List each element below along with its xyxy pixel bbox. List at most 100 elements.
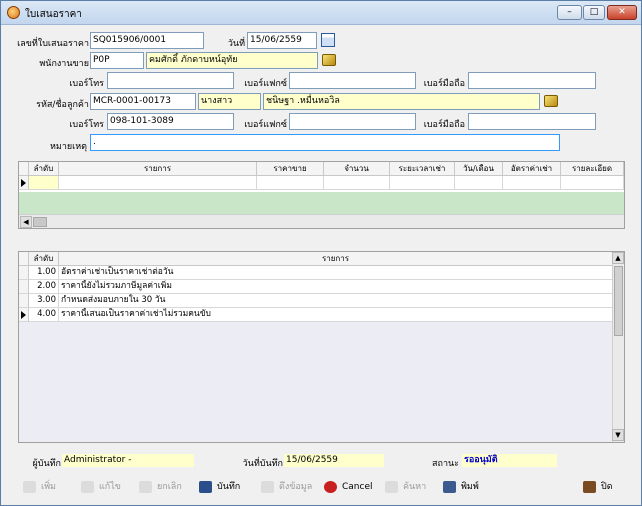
scroll-down-icon[interactable]: ▼: [612, 429, 624, 441]
phone-field[interactable]: [107, 72, 234, 89]
add-button-label: เพิ่ม: [41, 482, 56, 492]
quotation-window: ใบเสนอราคา – □ ✕ เลขที่ใบเสนอราคา SQ0159…: [0, 0, 642, 506]
fetch-button-label: ดึงข้อมูล: [279, 482, 313, 492]
items-cell-unit[interactable]: [455, 176, 503, 190]
items-header-unit[interactable]: วัน/เดือน: [455, 162, 503, 176]
items-header-corner: [19, 162, 29, 176]
items-header-qty[interactable]: จำนวน: [324, 162, 390, 176]
items-h-scrollbar[interactable]: ◀: [19, 214, 624, 228]
items-row-marker: [19, 176, 29, 190]
terms-cell-no[interactable]: 3.00: [29, 294, 59, 308]
scroll-left-icon[interactable]: ◀: [20, 216, 32, 228]
items-cell-price[interactable]: [257, 176, 324, 190]
items-header-detail[interactable]: รายละเอียด: [561, 162, 624, 176]
terms-row-marker: [19, 266, 29, 280]
date-field[interactable]: 15/06/2559: [247, 32, 317, 49]
items-cell-item[interactable]: [59, 176, 257, 190]
cancel-doc-icon: [139, 481, 152, 493]
note-label: หมายเหตุ: [49, 142, 87, 152]
terms-row-marker: [19, 280, 29, 294]
record-date-value: 15/06/2559: [284, 454, 384, 467]
close-button[interactable]: ปิด: [581, 476, 613, 498]
terms-grid: ลำดับ รายการ 1.00 อัตราค่าเช่าเป็นราคาเช…: [18, 251, 625, 443]
customer-label: รหัส/ชื่อลูกค้า: [36, 100, 89, 110]
add-icon: [23, 481, 36, 493]
state-value: รออนุมัติ: [462, 454, 557, 467]
print-button[interactable]: พิมพ์: [441, 476, 479, 498]
customer-phone-field[interactable]: 098-101-3089: [107, 113, 234, 130]
items-cell-rate[interactable]: [503, 176, 561, 190]
record-date-label: วันที่บันทึก: [242, 459, 283, 469]
state-label: สถานะ: [432, 459, 459, 469]
customer-mobile-field[interactable]: [468, 113, 596, 130]
app-icon: [7, 6, 20, 19]
terms-cell-text[interactable]: ราคานี้ยังไม่รวมภาษีมูลค่าเพิ่ม: [59, 280, 613, 294]
items-cell-no[interactable]: [29, 176, 59, 190]
add-button[interactable]: เพิ่ม: [21, 476, 56, 498]
binoculars-icon: [385, 481, 398, 493]
calendar-icon[interactable]: [321, 33, 335, 47]
save-icon: [199, 481, 212, 493]
fetch-button[interactable]: ดึงข้อมูล: [259, 476, 312, 498]
items-total-band: [19, 192, 624, 214]
printer-icon: [443, 481, 456, 493]
salesman-code-field[interactable]: P0P: [90, 52, 144, 69]
terms-v-scroll-thumb[interactable]: [614, 266, 623, 336]
items-grid: ลำดับ รายการ ราคาขาย จำนวน ระยะเวลาเช่า …: [18, 161, 625, 229]
terms-cell-no[interactable]: 2.00: [29, 280, 59, 294]
search-button[interactable]: ค้นหา: [383, 476, 426, 498]
quote-no-label: เลขที่ใบเสนอราคา: [17, 39, 89, 49]
terms-cell-text[interactable]: อัตราค่าเช่าเป็นราคาเช่าต่อวัน: [59, 266, 613, 280]
items-header-period[interactable]: ระยะเวลาเช่า: [390, 162, 455, 176]
salesman-lookup-icon[interactable]: [322, 54, 336, 66]
customer-name-field: ชนิษฐา .หมื่นหอวิล: [263, 93, 540, 110]
print-button-label: พิมพ์: [461, 482, 479, 492]
items-cell-period[interactable]: [390, 176, 455, 190]
terms-cell-no[interactable]: 1.00: [29, 266, 59, 280]
fax-field[interactable]: [289, 72, 416, 89]
cancel-icon: [324, 481, 337, 493]
fax-label: เบอร์แฟกซ์: [244, 79, 287, 89]
terms-cell-text[interactable]: ราคานี้เสนอเป็นราคาค่าเช่าไม่รวมคนขับ: [59, 308, 613, 322]
customer-lookup-icon[interactable]: [544, 95, 558, 107]
terms-header-item[interactable]: รายการ: [59, 252, 613, 266]
terms-v-scrollbar[interactable]: ▲ ▼: [612, 252, 624, 442]
save-button[interactable]: บันทึก: [197, 476, 240, 498]
recorder-label: ผู้บันทึก: [32, 459, 61, 469]
customer-title-field: นางสาว: [198, 93, 261, 110]
minimize-button[interactable]: –: [557, 5, 582, 20]
salesman-name-field: คมศักดิ์ ภักดาบหน์อุทัย: [146, 52, 318, 69]
close-window-button[interactable]: ✕: [607, 5, 637, 20]
terms-cell-no[interactable]: 4.00: [29, 308, 59, 322]
cancel-doc-button-label: ยกเลิก: [157, 482, 182, 492]
terms-row-marker: [19, 294, 29, 308]
customer-fax-label: เบอร์แฟกซ์: [244, 120, 287, 130]
close-button-label: ปิด: [601, 482, 613, 492]
quote-no-field[interactable]: SQ015906/0001: [90, 32, 204, 49]
search-button-label: ค้นหา: [403, 482, 427, 492]
edit-icon: [81, 481, 94, 493]
scroll-up-icon[interactable]: ▲: [612, 252, 624, 264]
date-label: วันที่: [227, 39, 245, 49]
items-header-rate[interactable]: อัตราค่าเช่า: [503, 162, 561, 176]
terms-header-no[interactable]: ลำดับ: [29, 252, 59, 266]
items-header-no[interactable]: ลำดับ: [29, 162, 59, 176]
items-header-price[interactable]: ราคาขาย: [257, 162, 324, 176]
title-bar: ใบเสนอราคา – □ ✕: [1, 1, 641, 25]
items-cell-detail[interactable]: [561, 176, 624, 190]
cancel-doc-button[interactable]: ยกเลิก: [137, 476, 182, 498]
items-cell-qty[interactable]: [324, 176, 390, 190]
maximize-button[interactable]: □: [583, 5, 605, 20]
terms-cell-text[interactable]: กำหนดส่งมอบภายใน 30 วัน: [59, 294, 613, 308]
window-title: ใบเสนอราคา: [25, 9, 82, 20]
customer-code-field[interactable]: MCR-0001-00173: [90, 93, 196, 110]
mobile-field[interactable]: [468, 72, 596, 89]
items-h-scroll-thumb[interactable]: [33, 217, 47, 227]
terms-header-corner: [19, 252, 29, 266]
note-field[interactable]: .: [90, 134, 560, 151]
items-header-item[interactable]: รายการ: [59, 162, 257, 176]
edit-button[interactable]: แก้ไข: [79, 476, 121, 498]
cancel-button[interactable]: Cancel: [322, 476, 373, 498]
save-button-label: บันทึก: [217, 482, 241, 492]
customer-fax-field[interactable]: [289, 113, 416, 130]
